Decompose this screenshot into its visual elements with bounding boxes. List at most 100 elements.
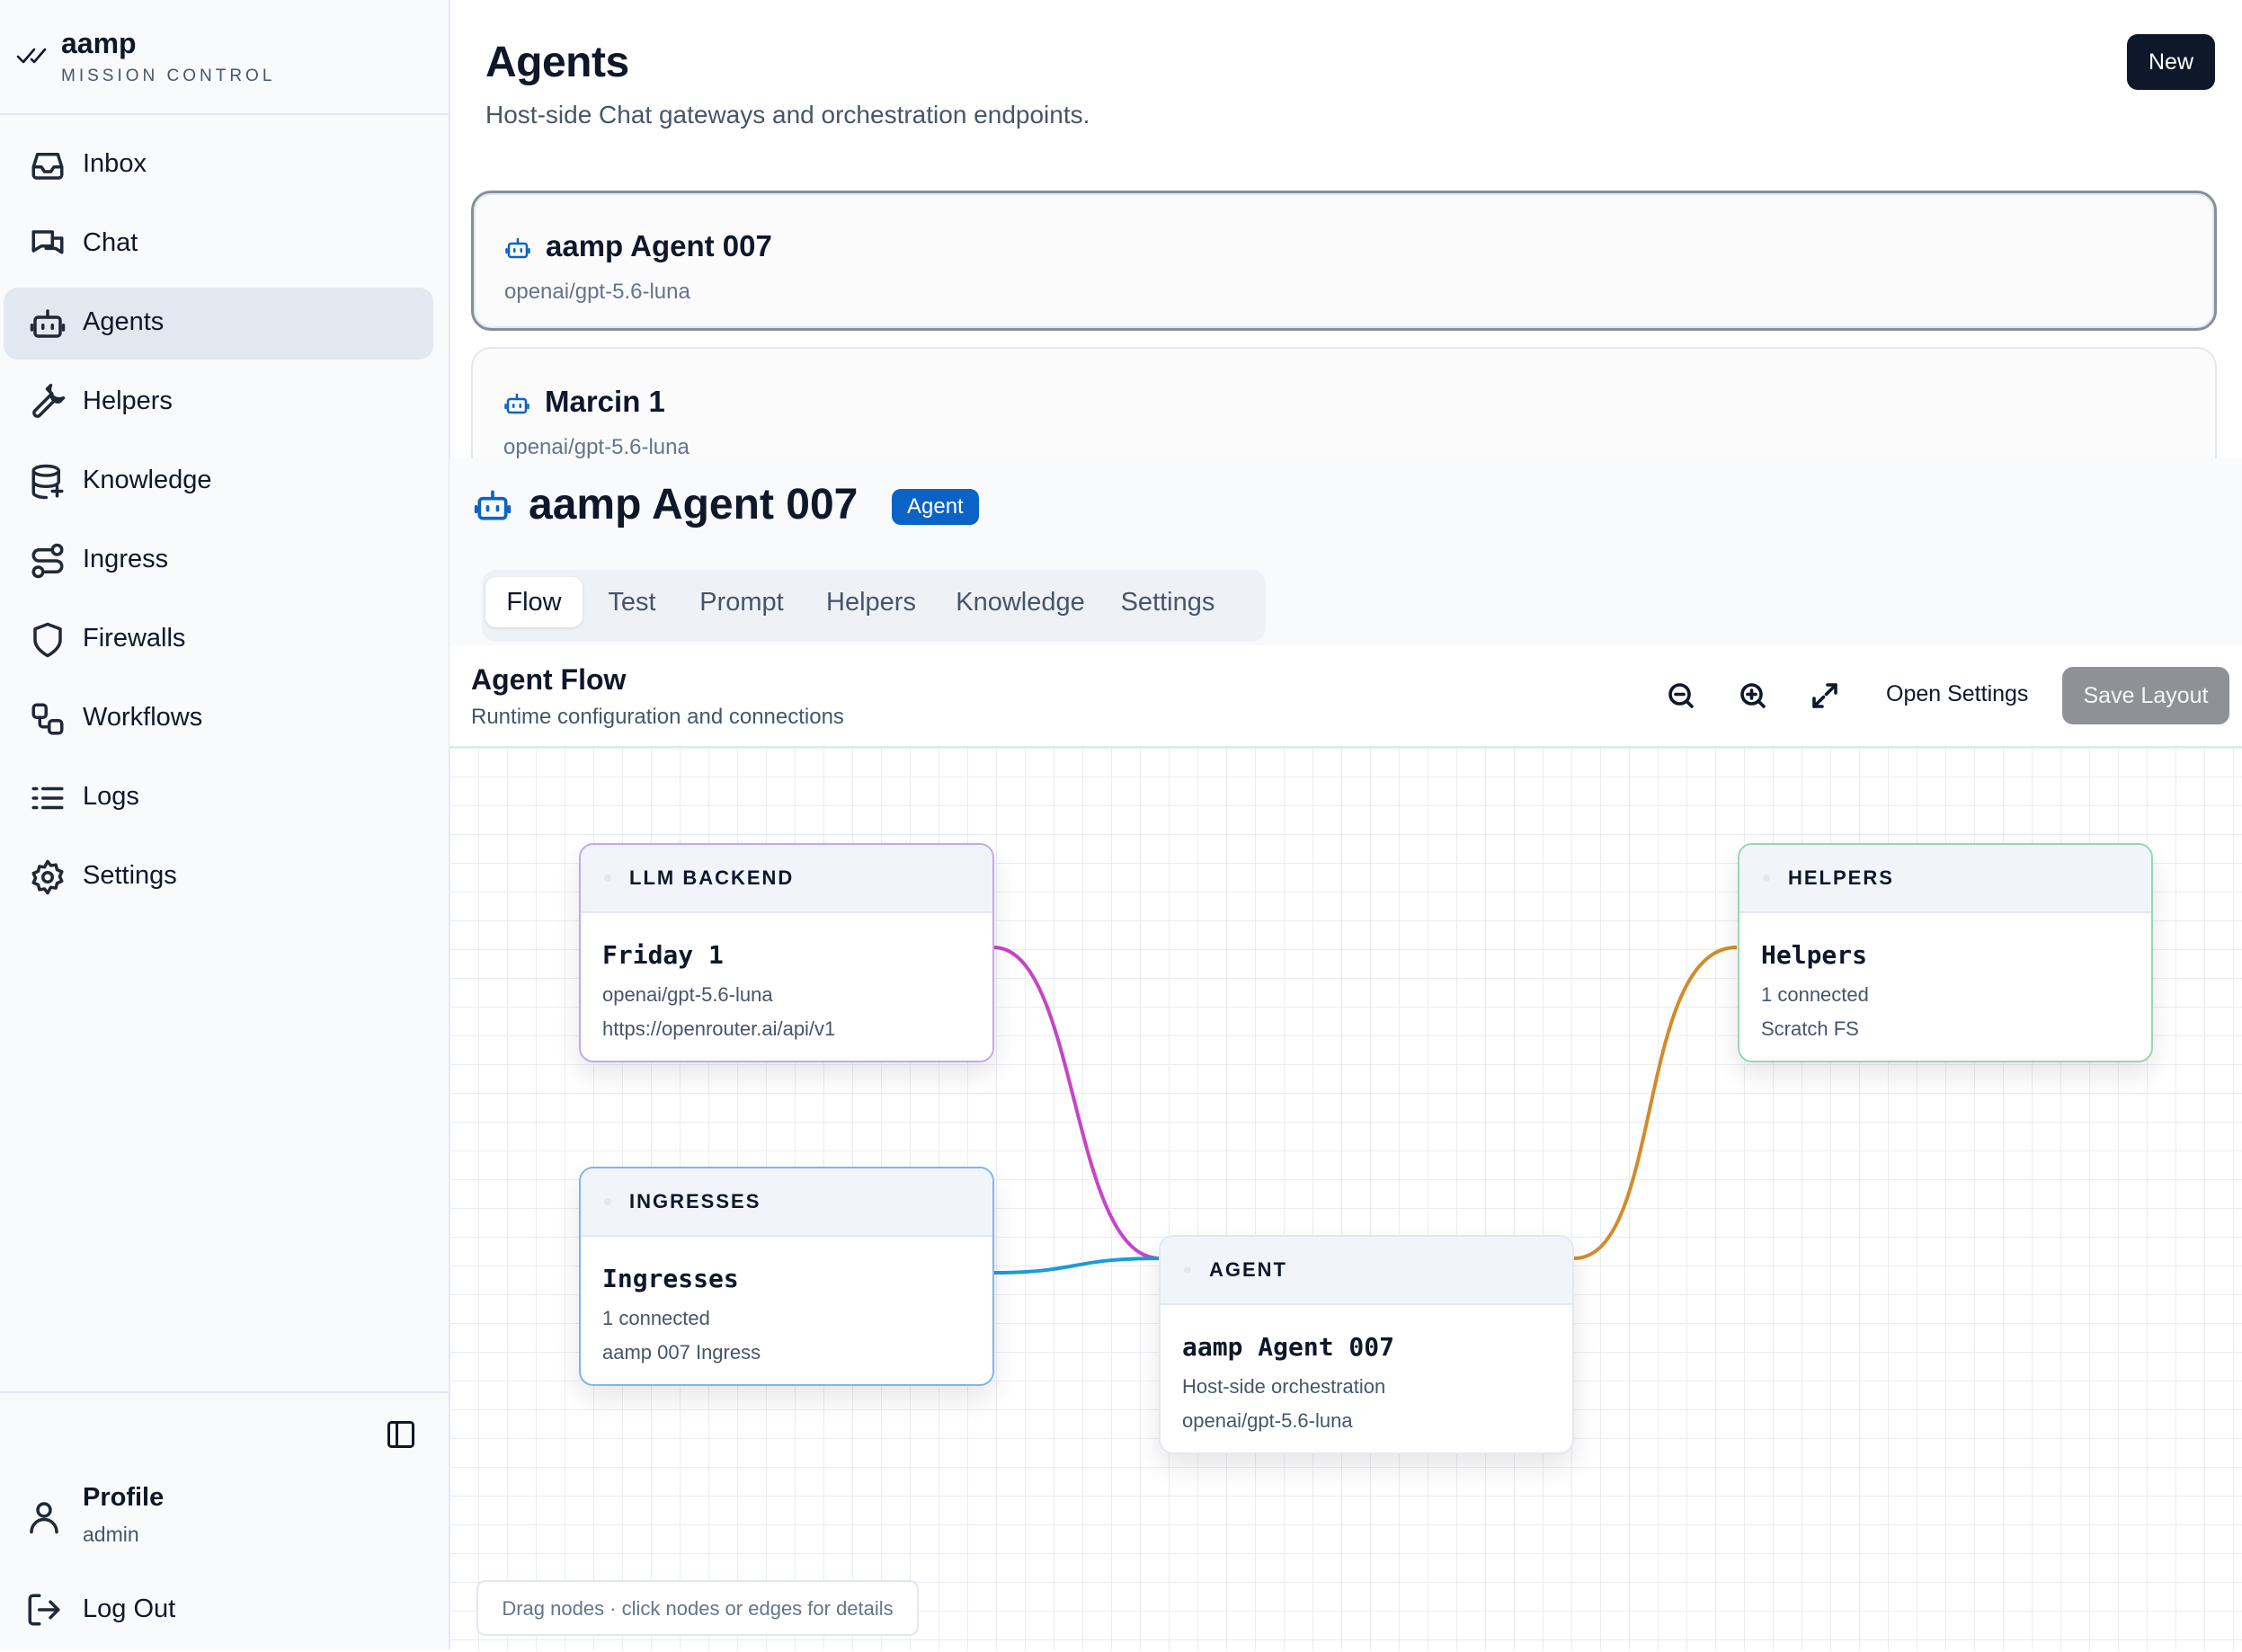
wrench-icon <box>29 384 67 422</box>
workflow-icon <box>29 700 67 738</box>
sidebar-item-helpers[interactable]: Helpers <box>4 367 433 439</box>
shield-icon <box>29 621 67 659</box>
flow-canvas[interactable]: LLM BACKEND Friday 1 openai/gpt-5.6-luna… <box>449 748 2242 1650</box>
robot-icon <box>474 490 512 520</box>
node-title: Ingresses <box>602 1264 739 1293</box>
save-layout-button[interactable]: Save Layout <box>2062 667 2229 724</box>
node-detail: https://openrouter.ai/api/v1 <box>602 1017 836 1040</box>
page-title: Agents <box>485 39 629 86</box>
logout-button[interactable]: Log Out <box>83 1594 175 1624</box>
agent-tabs: Flow Test Prompt Helpers Knowledge Setti… <box>482 570 1266 642</box>
node-detail: aamp 007 Ingress <box>602 1341 761 1363</box>
node-kind: LLM BACKEND <box>629 866 795 889</box>
node-detail: openai/gpt-5.6-luna <box>1182 1409 1353 1432</box>
open-settings-button[interactable]: Open Settings <box>1886 681 2028 707</box>
sidebar-footer: Profile admin Log Out <box>0 1391 449 1652</box>
zoom-in-icon[interactable] <box>1737 679 1769 712</box>
sidebar-item-label: Workflows <box>83 703 203 732</box>
profile-role: admin <box>83 1523 139 1546</box>
fullscreen-icon[interactable] <box>1809 679 1841 712</box>
user-icon[interactable] <box>25 1497 63 1535</box>
tab-knowledge[interactable]: Knowledge <box>944 577 1097 627</box>
database-icon <box>29 463 67 501</box>
route-icon <box>29 542 67 580</box>
edge-ingress-to-agent[interactable] <box>992 1257 1161 1275</box>
agent-card[interactable]: aamp Agent 007 openai/gpt-5.6-luna <box>471 191 2217 331</box>
node-kind: AGENT <box>1209 1258 1287 1281</box>
brand-subtitle: MISSION CONTROL <box>61 67 276 85</box>
sidebar-item-label: Ingress <box>83 545 169 573</box>
agent-card-model: openai/gpt-5.6-luna <box>503 435 690 459</box>
sidebar-item-ingress[interactable]: Ingress <box>4 525 433 597</box>
tab-settings[interactable]: Settings <box>1109 577 1226 627</box>
flow-title: Agent Flow <box>471 663 627 696</box>
sidebar-item-label: Logs <box>83 782 139 811</box>
main-content: Agents Host-side Chat gateways and orche… <box>449 0 2242 1650</box>
logout-icon[interactable] <box>25 1591 63 1629</box>
zoom-out-icon[interactable] <box>1665 679 1697 712</box>
sidebar-item-label: Firewalls <box>83 624 186 653</box>
sidebar-item-chat[interactable]: Chat <box>4 209 433 280</box>
node-detail: 1 connected <box>1761 983 1869 1006</box>
node-llm-backend[interactable]: LLM BACKEND Friday 1 openai/gpt-5.6-luna… <box>579 843 994 1062</box>
flow-hint: Drag nodes · click nodes or edges for de… <box>476 1580 919 1636</box>
node-kind: HELPERS <box>1788 866 1894 889</box>
node-kind: INGRESSES <box>629 1190 761 1212</box>
node-title: aamp Agent 007 <box>1182 1332 1395 1362</box>
inbox-icon <box>29 147 67 184</box>
double-check-icon <box>16 48 47 64</box>
agent-card-model: openai/gpt-5.6-luna <box>504 280 690 304</box>
agent-card-name: aamp Agent 007 <box>546 229 772 262</box>
sidebar-item-agents[interactable]: Agents <box>4 288 433 360</box>
sidebar-item-label: Agents <box>83 307 165 336</box>
sidebar-item-label: Helpers <box>83 386 173 415</box>
node-header: LLM BACKEND <box>581 845 992 913</box>
agent-type-badge: Agent <box>892 489 979 525</box>
node-status-dot <box>604 875 611 882</box>
sidebar-item-settings[interactable]: Settings <box>4 841 433 913</box>
sidebar-item-label: Knowledge <box>83 466 212 494</box>
node-detail: Host-side orchestration <box>1182 1375 1386 1398</box>
sidebar-item-logs[interactable]: Logs <box>4 762 433 834</box>
profile-name[interactable]: Profile <box>83 1483 164 1513</box>
tab-helpers[interactable]: Helpers <box>811 577 931 627</box>
sidebar-item-label: Chat <box>83 228 138 257</box>
node-ingresses[interactable]: INGRESSES Ingresses 1 connected aamp 007… <box>579 1167 994 1386</box>
chat-icon <box>29 226 67 263</box>
list-icon <box>29 779 67 817</box>
robot-icon <box>29 305 67 342</box>
flow-subtitle: Runtime configuration and connections <box>471 705 844 729</box>
edge-helpers-to-agent[interactable] <box>1573 946 1738 1260</box>
robot-icon <box>504 393 529 414</box>
node-detail: 1 connected <box>602 1307 710 1329</box>
node-header: INGRESSES <box>581 1168 992 1237</box>
sidebar-item-knowledge[interactable]: Knowledge <box>4 446 433 518</box>
sidebar-toggle-icon[interactable] <box>385 1418 417 1451</box>
brand-name: aamp <box>61 27 137 59</box>
agent-card-name: Marcin 1 <box>545 385 665 418</box>
tab-test[interactable]: Test <box>592 577 672 627</box>
robot-icon <box>505 237 530 259</box>
sidebar-item-workflows[interactable]: Workflows <box>4 683 433 755</box>
tab-flow[interactable]: Flow <box>485 577 583 627</box>
gear-icon <box>29 858 67 896</box>
new-agent-button[interactable]: New <box>2127 34 2215 90</box>
sidebar-item-inbox[interactable]: Inbox <box>4 129 433 201</box>
node-header: AGENT <box>1161 1237 1572 1305</box>
node-helpers[interactable]: HELPERS Helpers 1 connected Scratch FS <box>1738 843 2153 1062</box>
node-status-dot <box>1184 1266 1191 1274</box>
edge-llm-to-agent[interactable] <box>992 946 1161 1260</box>
node-header: HELPERS <box>1739 845 2151 913</box>
sidebar-item-label: Inbox <box>83 149 147 178</box>
sidebar-item-firewalls[interactable]: Firewalls <box>4 604 433 676</box>
node-status-dot <box>604 1198 611 1205</box>
brand[interactable]: aamp MISSION CONTROL <box>0 0 449 115</box>
node-title: Helpers <box>1761 940 1868 970</box>
node-agent[interactable]: AGENT aamp Agent 007 Host-side orchestra… <box>1159 1235 1574 1454</box>
node-detail: Scratch FS <box>1761 1017 1859 1040</box>
tab-prompt[interactable]: Prompt <box>685 577 798 627</box>
node-detail: openai/gpt-5.6-luna <box>602 983 773 1006</box>
agent-detail-panel: aamp Agent 007 Agent Flow Test Prompt He… <box>449 458 2242 1650</box>
flow-toolbar: Agent Flow Runtime configuration and con… <box>449 645 2242 748</box>
agent-detail-title: aamp Agent 007 <box>529 481 859 528</box>
